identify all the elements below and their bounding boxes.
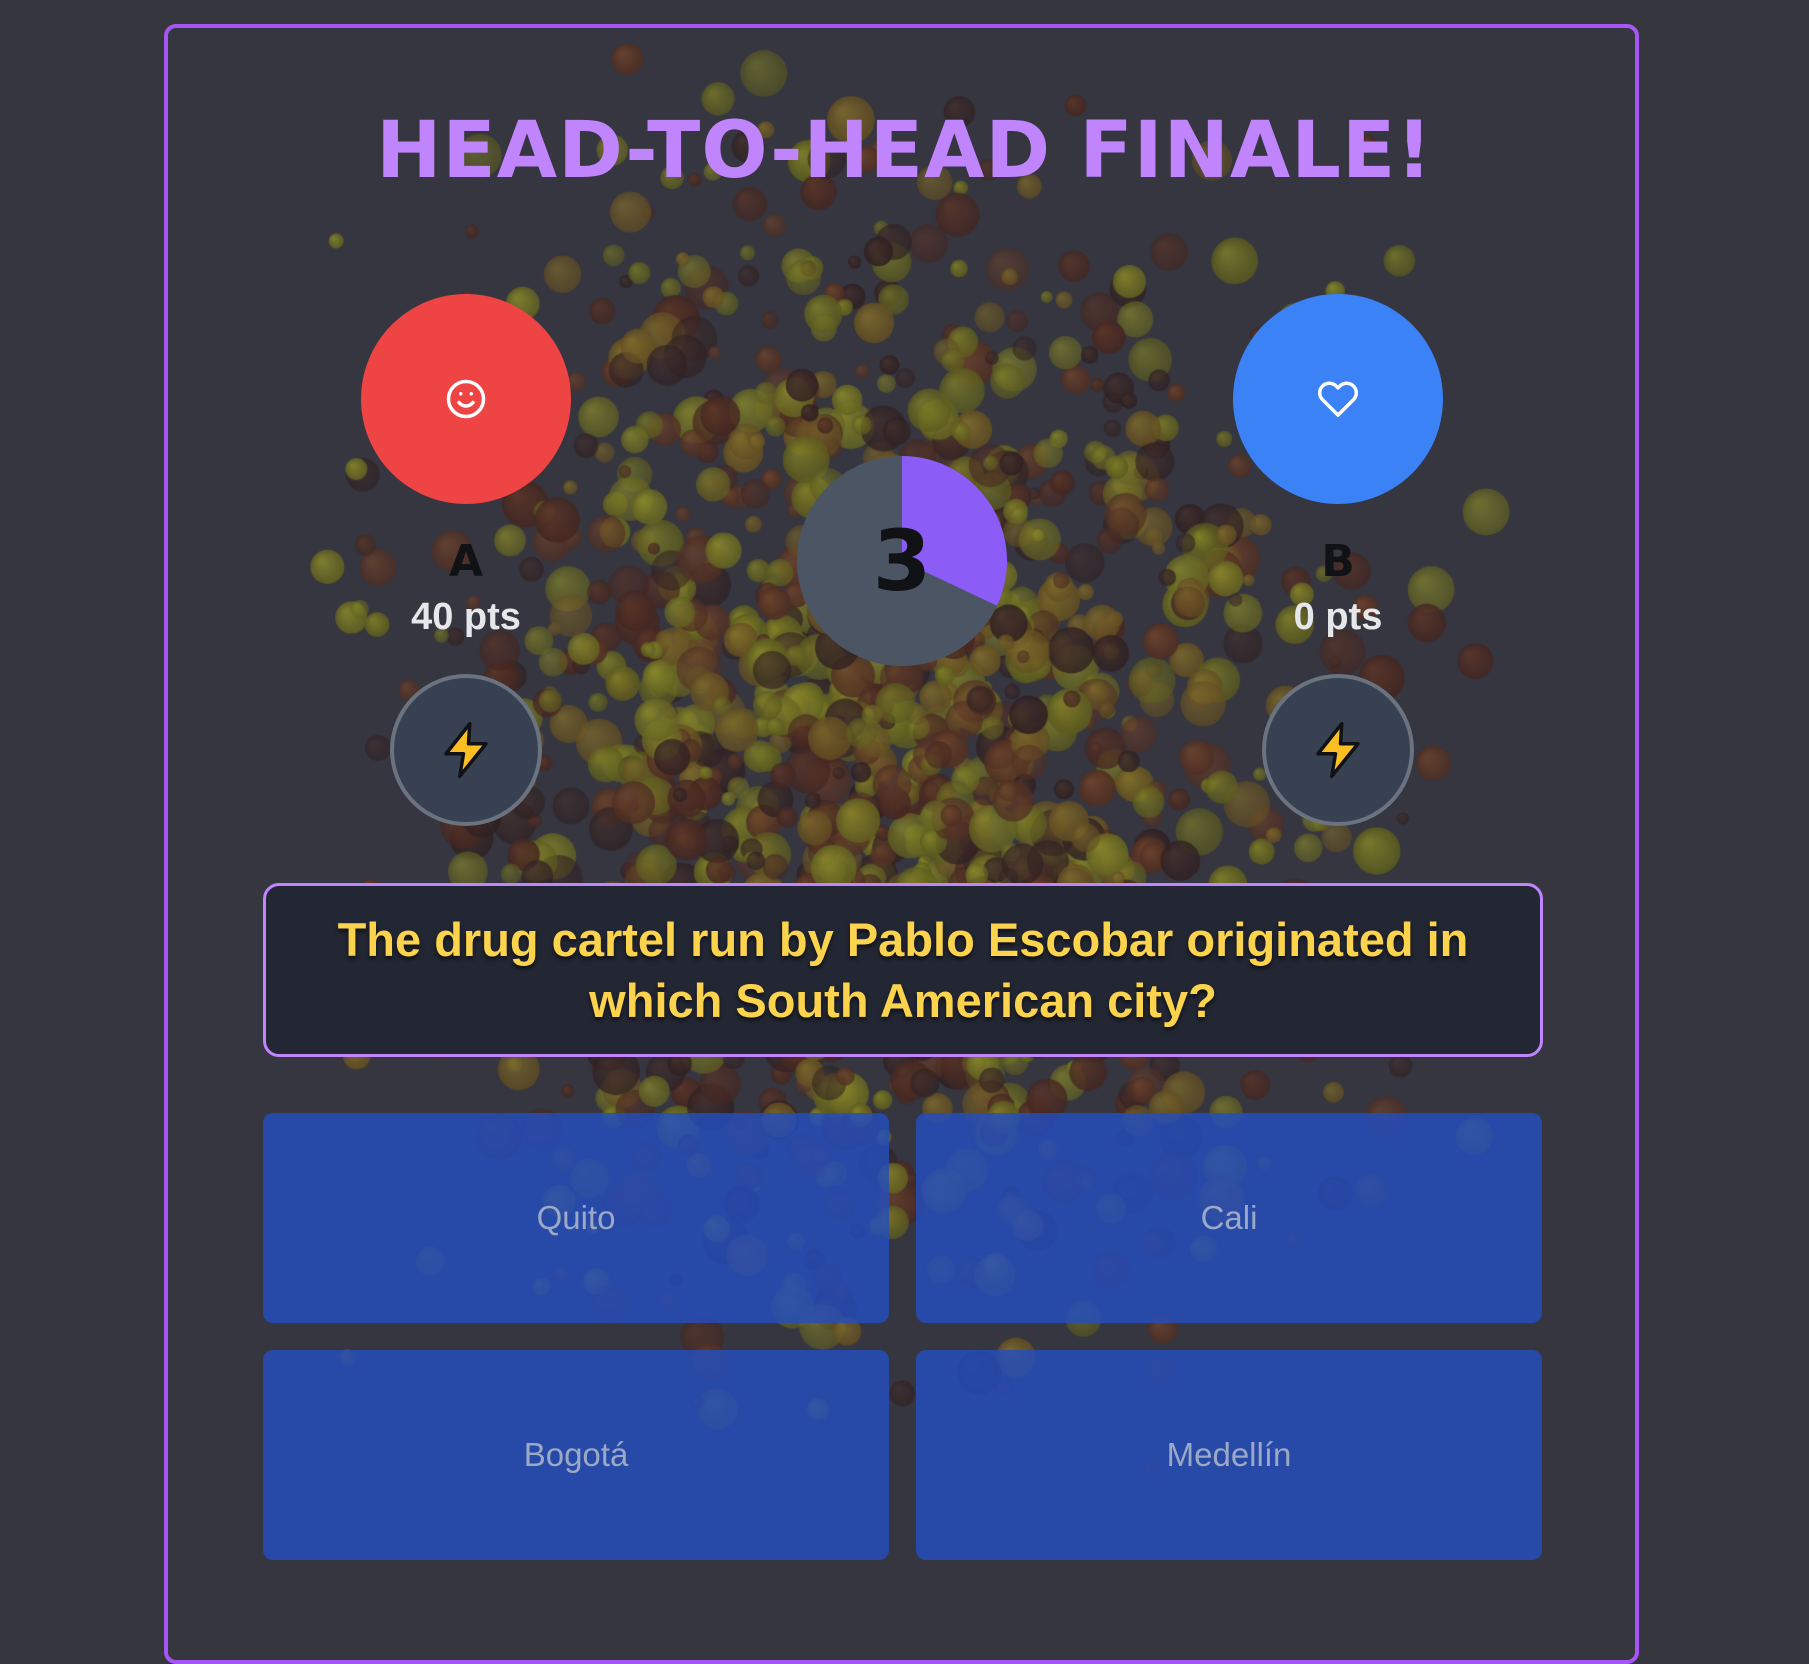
countdown-timer: 3: [797, 456, 1007, 666]
lightning-bolt-icon: [1316, 722, 1360, 778]
player-b-avatar: [1233, 294, 1443, 504]
answer-button-bogota[interactable]: Bogotá: [263, 1350, 889, 1560]
player-a-score: 40 pts: [411, 596, 521, 638]
question-box: The drug cartel run by Pablo Escobar ori…: [263, 883, 1543, 1057]
timer-value: 3: [872, 512, 932, 610]
player-b-score: 0 pts: [1293, 596, 1383, 638]
lightning-bolt-icon: [444, 722, 488, 778]
answer-label: Cali: [1200, 1199, 1258, 1236]
game-title: HEAD-TO-HEAD FINALE!: [376, 106, 1433, 196]
player-a-name: A: [448, 536, 484, 587]
player-b-powerup-button[interactable]: [1262, 674, 1414, 826]
question-text: The drug cartel run by Pablo Escobar ori…: [337, 912, 1469, 1027]
answer-button-cali[interactable]: Cali: [916, 1113, 1542, 1323]
answer-label: Quito: [536, 1199, 616, 1236]
smiley-face-icon: [446, 379, 486, 419]
answer-label: Medellín: [1166, 1436, 1292, 1473]
heart-icon: [1317, 381, 1359, 417]
player-a-avatar: [361, 294, 571, 504]
answer-button-quito[interactable]: Quito: [263, 1113, 889, 1323]
player-a-powerup-button[interactable]: [390, 674, 542, 826]
answer-button-medellin[interactable]: Medellín: [916, 1350, 1542, 1560]
player-b-name: B: [1321, 536, 1355, 587]
answer-label: Bogotá: [523, 1436, 629, 1473]
